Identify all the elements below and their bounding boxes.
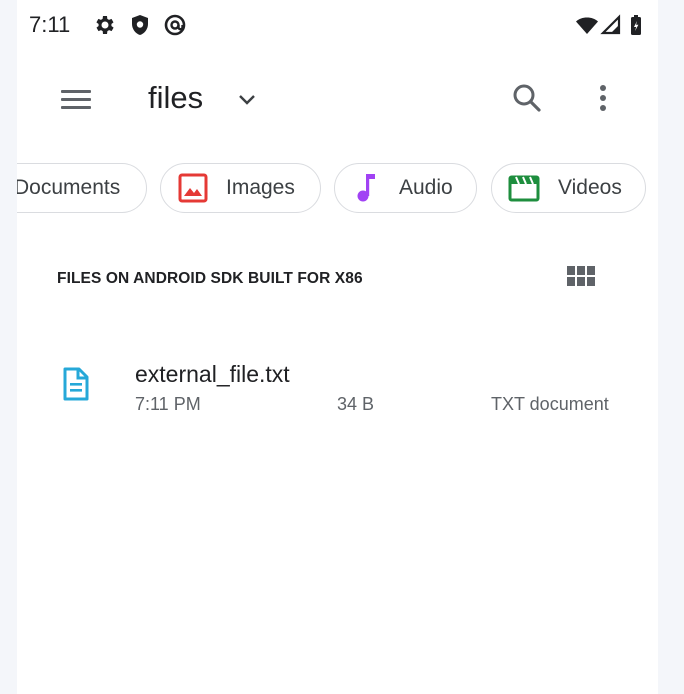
music-note-icon: [357, 174, 375, 202]
phone-screen: 7:11 files Documents Images Audio Videos…: [17, 0, 658, 694]
status-time: 7:11: [29, 12, 71, 37]
chip-videos[interactable]: Videos: [491, 163, 646, 213]
chip-label: Audio: [399, 176, 453, 199]
battery-icon: [631, 15, 641, 35]
signal-icon: [600, 14, 621, 35]
shield-icon: [132, 15, 148, 35]
chip-images[interactable]: Images: [160, 163, 321, 213]
grid-view-icon[interactable]: [563, 262, 599, 292]
chip-label: Documents: [17, 176, 121, 199]
more-vert-icon[interactable]: [587, 78, 619, 118]
right-margin: [658, 0, 684, 694]
chip-audio[interactable]: Audio: [334, 163, 477, 213]
text-document-icon: [63, 367, 89, 401]
chip-label: Images: [226, 176, 295, 199]
section-title: FILES ON ANDROID SDK BUILT FOR X86: [57, 270, 363, 287]
at-sign-icon: [164, 14, 186, 36]
settings-icon: [96, 16, 114, 34]
app-title[interactable]: files: [148, 80, 203, 116]
category-chips: Documents Images Audio Videos: [17, 163, 658, 217]
video-clapper-icon: [508, 175, 540, 202]
file-list-item[interactable]: external_file.txt 7:11 PM 34 B TXT docum…: [17, 345, 658, 425]
status-bar: 7:11: [17, 0, 658, 50]
wifi-icon: [576, 17, 598, 34]
chevron-down-icon[interactable]: [235, 88, 259, 112]
image-icon: [178, 173, 208, 203]
file-name: external_file.txt: [135, 361, 290, 387]
app-bar: files: [17, 62, 658, 134]
search-icon[interactable]: [507, 78, 547, 118]
hamburger-menu-icon[interactable]: [53, 78, 97, 118]
chip-label: Videos: [558, 176, 622, 199]
left-margin: [0, 0, 17, 694]
file-size: 34 B: [337, 394, 375, 414]
chip-documents[interactable]: Documents: [17, 163, 147, 213]
file-type: TXT document: [491, 394, 609, 414]
file-time: 7:11 PM: [135, 394, 201, 414]
